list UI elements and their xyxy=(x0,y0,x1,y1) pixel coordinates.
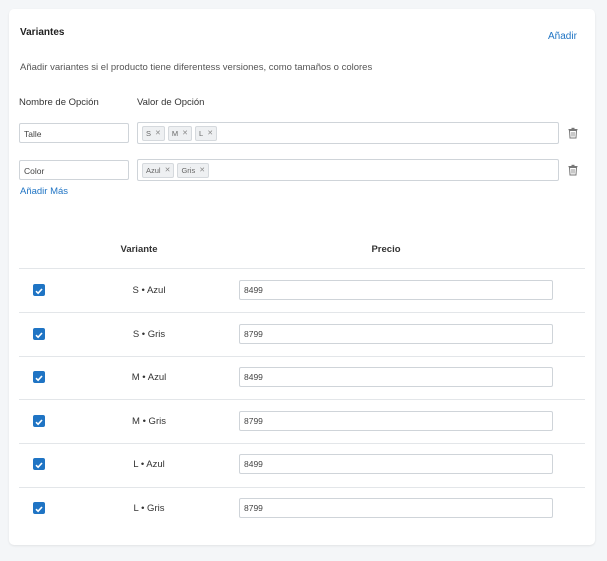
variant-name: S • Gris xyxy=(132,329,166,340)
close-icon[interactable]: ✕ xyxy=(199,166,205,174)
option-name-input[interactable]: Color xyxy=(19,160,129,180)
check-icon xyxy=(35,288,43,295)
trash-icon[interactable] xyxy=(567,164,579,176)
table-row: S • Gris 8799 xyxy=(19,313,585,356)
option-name-input[interactable]: Talle xyxy=(19,123,129,143)
add-variants-link[interactable]: Añadir xyxy=(548,31,577,42)
table-row: M • Gris 8799 xyxy=(19,400,585,443)
variant-name: S • Azul xyxy=(132,285,166,296)
check-icon xyxy=(35,462,43,469)
price-input[interactable]: 8499 xyxy=(239,454,553,474)
trash-icon[interactable] xyxy=(567,127,579,139)
variant-name: M • Azul xyxy=(131,372,167,383)
close-icon[interactable]: ✕ xyxy=(207,129,213,137)
check-icon xyxy=(35,375,43,382)
price-input[interactable]: 8799 xyxy=(239,411,553,431)
value-tag-label: S xyxy=(146,128,152,138)
close-icon[interactable]: ✕ xyxy=(165,166,171,174)
variants-card: Variantes Añadir Añadir variantes si el … xyxy=(9,9,595,545)
variant-checkbox[interactable] xyxy=(33,371,45,383)
variant-name: L • Gris xyxy=(133,503,165,514)
variant-checkbox[interactable] xyxy=(33,328,45,340)
value-tag-label: L xyxy=(199,128,204,138)
table-row: M • Azul 8499 xyxy=(19,356,585,399)
price-input[interactable]: 8799 xyxy=(239,324,553,344)
add-more-link[interactable]: Añadir Más xyxy=(20,186,68,197)
variant-name: M • Gris xyxy=(132,416,166,427)
section-title: Variantes xyxy=(20,27,65,38)
close-icon[interactable]: ✕ xyxy=(155,129,161,137)
option-name-header: Nombre de Opción xyxy=(19,97,99,108)
close-icon[interactable]: ✕ xyxy=(182,129,188,137)
option-value-header: Valor de Opción xyxy=(137,97,205,108)
value-tag-label: Azul xyxy=(146,165,161,175)
check-icon xyxy=(35,332,43,339)
value-tag: M ✕ xyxy=(167,125,193,141)
variant-column-header: Variante xyxy=(120,244,158,255)
variant-checkbox[interactable] xyxy=(33,415,45,427)
check-icon xyxy=(35,419,43,426)
table-row: S • Azul 8499 xyxy=(19,269,585,312)
option-values-input[interactable]: S ✕ M ✕ L ✕ xyxy=(137,122,559,144)
price-input[interactable]: 8499 xyxy=(239,367,553,387)
value-tag: Azul ✕ xyxy=(142,162,175,178)
check-icon xyxy=(35,506,43,513)
variant-checkbox[interactable] xyxy=(33,458,45,470)
value-tag: L ✕ xyxy=(195,125,218,141)
table-row: L • Gris 8799 xyxy=(19,487,585,530)
table-row: L • Azul 8499 xyxy=(19,443,585,486)
price-input[interactable]: 8799 xyxy=(239,498,553,518)
value-tag-label: M xyxy=(171,128,179,138)
price-column-header: Precio xyxy=(371,244,401,255)
variant-checkbox[interactable] xyxy=(33,284,45,296)
value-tag: S ✕ xyxy=(142,125,165,141)
option-values-input[interactable]: Azul ✕ Gris ✕ xyxy=(137,159,559,181)
value-tag: Gris ✕ xyxy=(177,162,210,178)
section-description: Añadir variantes si el producto tiene di… xyxy=(20,62,373,73)
variant-checkbox[interactable] xyxy=(33,502,45,514)
price-input[interactable]: 8499 xyxy=(239,280,553,300)
variant-name: L • Azul xyxy=(133,459,165,470)
value-tag-label: Gris xyxy=(181,165,196,175)
